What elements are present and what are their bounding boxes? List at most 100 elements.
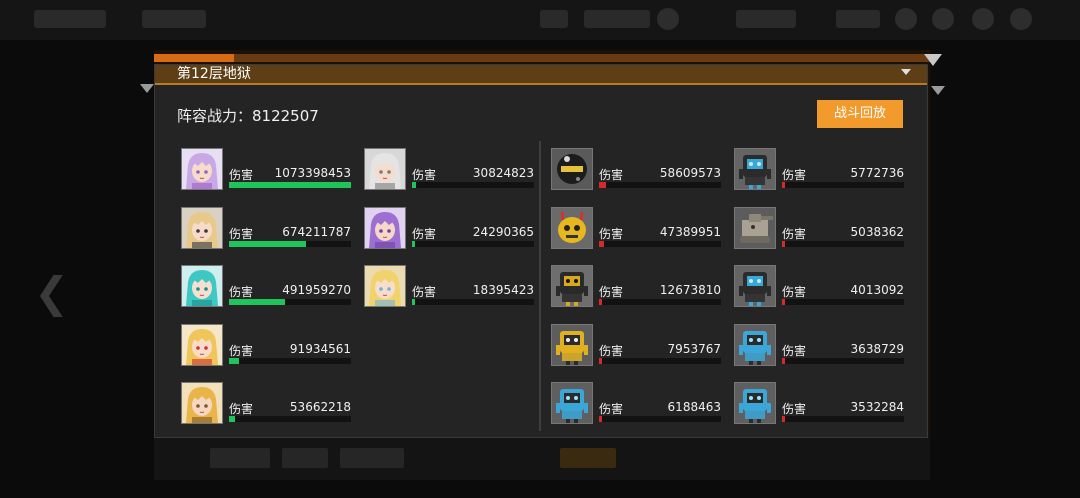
team-divider	[539, 141, 541, 431]
battle-replay-button[interactable]: 战斗回放	[817, 100, 903, 128]
damage-row: 伤害 491959270	[181, 265, 351, 309]
damage-label: 伤害	[782, 168, 807, 182]
team-power-label: 阵容战力：8122507	[177, 107, 319, 125]
damage-row: 伤害 58609573	[551, 148, 721, 192]
blue-black-robot-avatar-icon[interactable]	[734, 148, 776, 190]
damage-bar-fill	[412, 182, 416, 188]
girl-blonde-red-ribbon-avatar-icon[interactable]	[181, 323, 223, 366]
blue-box-robot-avatar-icon[interactable]	[734, 382, 776, 424]
damage-value: 3638729	[850, 341, 904, 356]
damage-label: 伤害	[229, 285, 254, 299]
damage-value: 24290365	[472, 224, 534, 239]
damage-row: 伤害 674211787	[181, 206, 351, 251]
damage-bar-track	[229, 240, 351, 247]
girl-blonde-cap-avatar-icon[interactable]	[364, 265, 406, 307]
damage-row: 伤害 7953767	[551, 323, 721, 368]
damage-bar-track	[599, 240, 721, 247]
damage-value: 91934561	[289, 341, 351, 356]
damage-value: 58609573	[659, 166, 721, 180]
background-strip-accent	[154, 54, 234, 62]
girl-teal-twin-tails-avatar-icon[interactable]	[181, 265, 223, 307]
damage-row: 伤害 4013092	[734, 265, 904, 309]
damage-label: 伤害	[229, 226, 254, 241]
damage-row: 伤害 18395423	[364, 265, 534, 309]
girl-blonde-dark-outfit-avatar-icon[interactable]	[181, 206, 223, 249]
damage-bar-track	[782, 416, 904, 422]
dark-sphere-bot-avatar-icon[interactable]	[551, 148, 593, 190]
black-yellow-robot-avatar-icon[interactable]	[551, 265, 593, 307]
background-resource-item	[584, 10, 650, 28]
damage-value: 5038362	[850, 224, 904, 239]
background-bottom-chip	[210, 448, 270, 468]
damage-label: 伤害	[412, 226, 437, 241]
girl-golden-hair-avatar-icon[interactable]	[181, 382, 223, 424]
damage-bar-track	[782, 299, 904, 305]
blue-box-robot-avatar-icon[interactable]	[734, 323, 776, 366]
damage-row: 伤害 6188463	[551, 382, 721, 426]
damage-bar-track	[782, 240, 904, 247]
damage-row: 伤害 3532284	[734, 382, 904, 426]
damage-bar-track	[782, 182, 904, 188]
damage-value: 18395423	[472, 283, 534, 297]
damage-bar-fill	[782, 416, 785, 422]
damage-row: 伤害 47389951	[551, 206, 721, 251]
girl-white-hair-avatar-icon[interactable]	[364, 148, 406, 190]
damage-label: 伤害	[599, 285, 624, 299]
blue-box-robot-avatar-icon[interactable]	[551, 382, 593, 424]
damage-label: 伤害	[599, 402, 624, 416]
damage-label: 伤害	[599, 168, 624, 182]
background-resource-item	[836, 10, 880, 28]
girl-lilac-hair-avatar-icon[interactable]	[181, 148, 223, 190]
damage-value: 6188463	[667, 400, 721, 414]
damage-bar-track	[229, 416, 351, 422]
damage-row: 伤害 5038362	[734, 206, 904, 251]
damage-bar-fill	[782, 357, 785, 364]
background-back-item	[34, 10, 106, 28]
damage-bar-fill	[599, 240, 604, 247]
corner-triangle-icon	[931, 86, 945, 95]
corner-triangle-icon	[140, 84, 154, 93]
yellow-round-bot-avatar-icon[interactable]	[551, 206, 593, 249]
background-bottom-chip	[340, 448, 404, 468]
damage-label: 伤害	[782, 402, 807, 416]
blue-black-robot-avatar-icon[interactable]	[734, 265, 776, 307]
yellow-box-robot-avatar-icon[interactable]	[551, 323, 593, 366]
damage-bar-track	[229, 357, 351, 364]
title-corner-icon	[901, 69, 911, 75]
damage-row: 伤害 1073398453	[181, 148, 351, 192]
damage-bar-track	[599, 357, 721, 364]
damage-value: 4013092	[850, 283, 904, 297]
girl-purple-hair-avatar-icon[interactable]	[364, 206, 406, 249]
damage-value: 674211787	[282, 224, 351, 239]
damage-label: 伤害	[412, 285, 437, 299]
background-settings-icon	[1010, 8, 1032, 30]
damage-bar-fill	[599, 357, 602, 364]
damage-label: 伤害	[229, 168, 254, 182]
damage-bar-fill	[412, 299, 415, 305]
damage-label: 伤害	[229, 402, 254, 416]
damage-value: 3532284	[850, 400, 904, 414]
damage-bar-fill	[599, 416, 602, 422]
damage-row: 伤害 5772736	[734, 148, 904, 192]
damage-label: 伤害	[412, 168, 437, 182]
background-resource-item	[736, 10, 796, 28]
background-left-arrow-icon: ❮	[34, 268, 70, 317]
damage-row: 伤害 24290365	[364, 206, 534, 251]
damage-bar-track	[412, 299, 534, 305]
damage-label: 伤害	[229, 343, 254, 358]
damage-bar-fill	[229, 182, 351, 188]
damage-bar-fill	[599, 299, 602, 305]
background-mail-icon	[932, 8, 954, 30]
damage-bar-track	[412, 240, 534, 247]
damage-label: 伤害	[599, 343, 624, 358]
background-bottom-chip	[282, 448, 328, 468]
background-menu-icon	[895, 8, 917, 30]
damage-bar-fill	[782, 182, 785, 188]
damage-value: 30824823	[472, 166, 534, 180]
background-title-item	[142, 10, 206, 28]
damage-value: 491959270	[282, 283, 351, 297]
grey-tank-robot-avatar-icon[interactable]	[734, 206, 776, 249]
damage-row: 伤害 53662218	[181, 382, 351, 426]
dialog-title: 第12层地狱	[177, 66, 251, 82]
damage-bar-track	[782, 357, 904, 364]
